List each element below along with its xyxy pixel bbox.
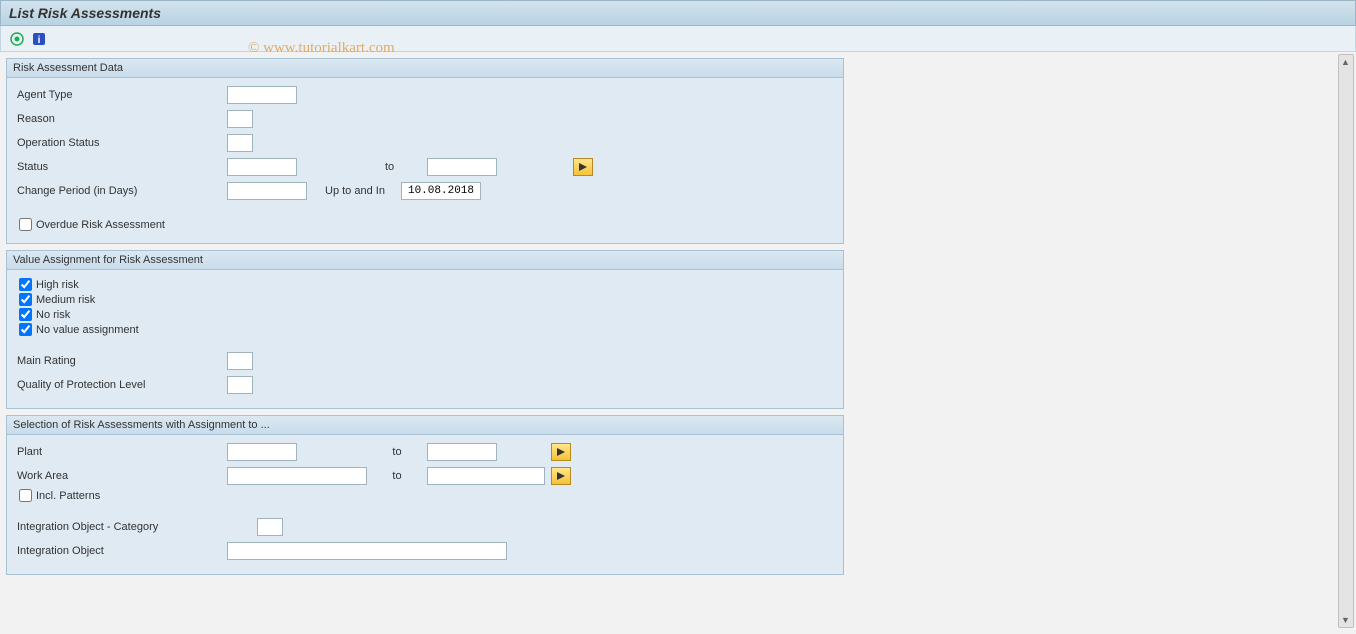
int-obj-cat-input[interactable] [257, 518, 283, 536]
operation-status-input[interactable] [227, 134, 253, 152]
multiple-selection-button[interactable] [573, 158, 593, 176]
no-value-checkbox[interactable] [19, 323, 32, 336]
label-incl-patterns: Incl. Patterns [36, 490, 100, 502]
label-operation-status: Operation Status [17, 137, 227, 149]
work-area-to-input[interactable] [427, 467, 545, 485]
label-reason: Reason [17, 113, 227, 125]
change-period-input[interactable] [227, 182, 307, 200]
main-rating-input[interactable] [227, 352, 253, 370]
protection-level-input[interactable] [227, 376, 253, 394]
high-risk-checkbox[interactable] [19, 278, 32, 291]
svg-text:i: i [38, 35, 41, 46]
panel-header: Selection of Risk Assessments with Assig… [7, 416, 843, 435]
multiple-selection-button[interactable] [551, 443, 571, 461]
panel-risk-data: Risk Assessment Data Agent Type Reason O… [6, 58, 844, 244]
toolbar: i [0, 26, 1356, 52]
page-title: List Risk Assessments [0, 0, 1356, 26]
label-up-to: Up to and In [325, 185, 401, 197]
label-overdue: Overdue Risk Assessment [36, 219, 165, 231]
panel-header: Risk Assessment Data [7, 59, 843, 78]
label-agent-type: Agent Type [17, 89, 227, 101]
label-to: to [367, 161, 427, 173]
label-change-period: Change Period (in Days) [17, 185, 227, 197]
incl-patterns-checkbox[interactable] [19, 489, 32, 502]
no-risk-checkbox[interactable] [19, 308, 32, 321]
status-from-input[interactable] [227, 158, 297, 176]
overdue-checkbox[interactable] [19, 218, 32, 231]
label-main-rating: Main Rating [17, 355, 227, 367]
label-to: to [367, 446, 427, 458]
panel-value-assignment: Value Assignment for Risk Assessment Hig… [6, 250, 844, 409]
plant-from-input[interactable] [227, 443, 297, 461]
label-protection-level: Quality of Protection Level [17, 379, 227, 391]
reason-input[interactable] [227, 110, 253, 128]
label-no-risk: No risk [36, 309, 70, 321]
info-icon[interactable]: i [31, 31, 47, 47]
label-high-risk: High risk [36, 279, 79, 291]
label-status: Status [17, 161, 227, 173]
medium-risk-checkbox[interactable] [19, 293, 32, 306]
label-int-obj: Integration Object [17, 545, 227, 557]
multiple-selection-button[interactable] [551, 467, 571, 485]
execute-icon[interactable] [9, 31, 25, 47]
status-to-input[interactable] [427, 158, 497, 176]
content-area: Risk Assessment Data Agent Type Reason O… [0, 52, 1356, 634]
panel-selection: Selection of Risk Assessments with Assig… [6, 415, 844, 575]
vertical-scrollbar[interactable] [1338, 54, 1354, 628]
int-obj-input[interactable] [227, 542, 507, 560]
label-no-value: No value assignment [36, 324, 139, 336]
label-plant: Plant [17, 446, 227, 458]
label-to: to [367, 470, 427, 482]
label-medium-risk: Medium risk [36, 294, 95, 306]
label-int-obj-cat: Integration Object - Category [17, 521, 257, 533]
agent-type-input[interactable] [227, 86, 297, 104]
up-to-date-input[interactable] [401, 182, 481, 200]
work-area-from-input[interactable] [227, 467, 367, 485]
plant-to-input[interactable] [427, 443, 497, 461]
label-work-area: Work Area [17, 470, 227, 482]
panel-header: Value Assignment for Risk Assessment [7, 251, 843, 270]
